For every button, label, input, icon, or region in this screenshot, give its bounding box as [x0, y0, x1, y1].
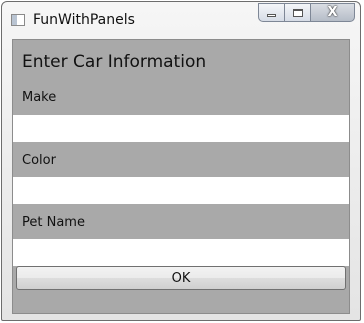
- maximize-button[interactable]: [285, 3, 311, 22]
- title-bar[interactable]: FunWithPanels X: [2, 2, 360, 39]
- color-label: Color: [22, 153, 56, 168]
- color-input[interactable]: [13, 177, 349, 204]
- make-label: Make: [22, 90, 57, 105]
- maximize-icon: [292, 8, 303, 17]
- ok-button[interactable]: OK: [16, 266, 346, 290]
- window-title: FunWithPanels: [33, 12, 135, 28]
- app-window: FunWithPanels X Enter Car Information Ma…: [1, 1, 361, 321]
- caption-buttons: X: [258, 3, 355, 24]
- window-app-icon[interactable]: [11, 14, 25, 26]
- pet-name-label: Pet Name: [22, 215, 85, 230]
- make-input[interactable]: [13, 115, 349, 142]
- car-info-panel: Enter Car Information Make Color Pet Nam…: [12, 39, 350, 314]
- minimize-button[interactable]: [258, 3, 285, 22]
- pet-name-input[interactable]: [13, 239, 349, 266]
- panel-heading: Enter Car Information: [22, 52, 207, 72]
- close-button[interactable]: X: [311, 3, 355, 22]
- minimize-icon: [267, 14, 276, 17]
- close-icon: X: [327, 5, 338, 20]
